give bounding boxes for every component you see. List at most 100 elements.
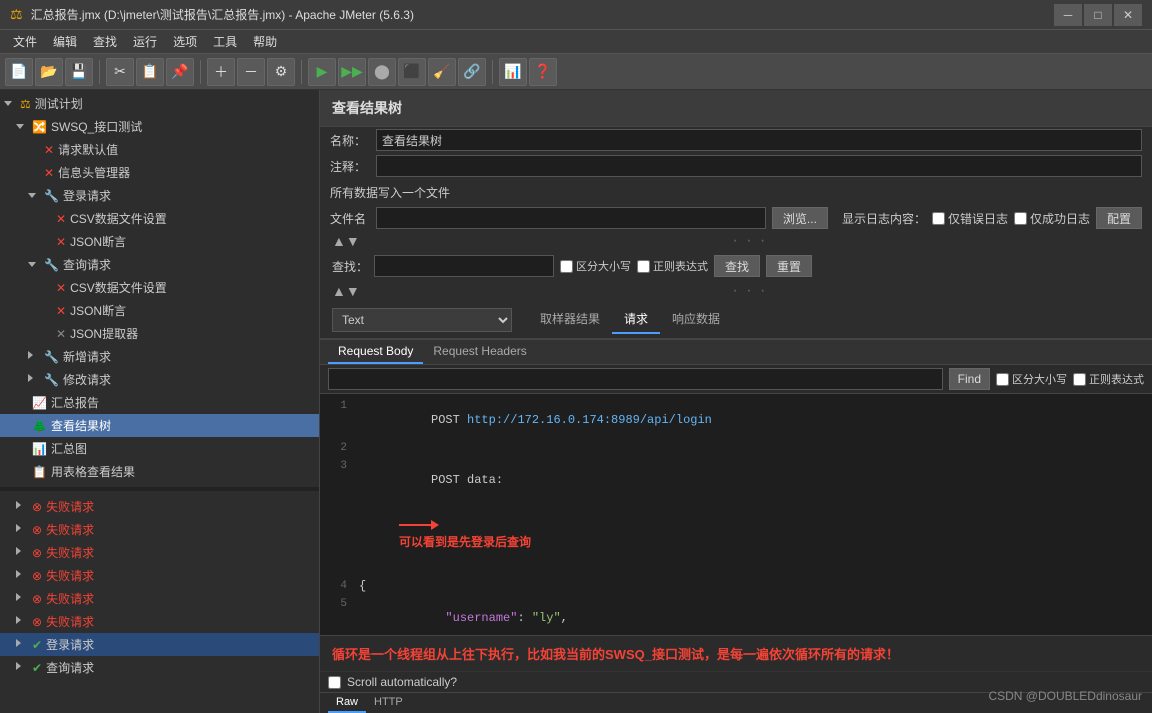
- tab-request[interactable]: 请求: [612, 305, 660, 334]
- toolbar-stop-all[interactable]: ⬛: [398, 58, 426, 86]
- menu-find[interactable]: 查找: [85, 31, 125, 52]
- watermark-text: CSDN @DOUBLEDdinosaur: [988, 689, 1142, 703]
- result-item-1[interactable]: ⊗ 失败请求: [0, 495, 319, 518]
- toolbar-new[interactable]: 📄: [5, 58, 33, 86]
- results-tree-label: 查看结果树: [51, 417, 111, 434]
- config-btn[interactable]: 配置: [1096, 207, 1142, 229]
- close-btn[interactable]: ✕: [1114, 4, 1142, 26]
- result-item-4[interactable]: ⊗ 失败请求: [0, 564, 319, 587]
- case-sensitive-cb[interactable]: [560, 260, 573, 273]
- maximize-btn[interactable]: □: [1084, 4, 1112, 26]
- tree-item-csv-login[interactable]: ✕ CSV数据文件设置: [0, 207, 319, 230]
- tab-response-data[interactable]: 响应数据: [660, 305, 732, 334]
- only-success-check[interactable]: 仅成功日志: [1014, 210, 1090, 227]
- result-label-3: 失败请求: [46, 544, 94, 561]
- code-line-3: 3 POST data: 可以看到是先登录后查询: [320, 459, 1152, 579]
- req-case-cb[interactable]: [996, 373, 1009, 386]
- tree-item-summary-chart[interactable]: 📊 汇总图: [0, 437, 319, 460]
- tree-item-new-req[interactable]: 🔧 新增请求: [0, 345, 319, 368]
- only-error-checkbox[interactable]: [932, 212, 945, 225]
- tree-item-swsq[interactable]: 🔀 SWSQ_接口测试: [0, 115, 319, 138]
- menu-run[interactable]: 运行: [125, 31, 165, 52]
- menu-edit[interactable]: 编辑: [45, 31, 85, 52]
- toolbar-add[interactable]: ＋: [207, 58, 235, 86]
- result-item-5[interactable]: ⊗ 失败请求: [0, 587, 319, 610]
- only-error-check[interactable]: 仅错误日志: [932, 210, 1008, 227]
- search-label: 查找：: [332, 258, 368, 275]
- reset-btn[interactable]: 重置: [766, 255, 812, 277]
- req-find-btn[interactable]: Find: [949, 368, 990, 390]
- menu-file[interactable]: 文件: [5, 31, 45, 52]
- json-assert-query-label: JSON断言: [70, 302, 126, 319]
- toolbar-remote[interactable]: 🔗: [458, 58, 486, 86]
- expand-r4: [16, 570, 28, 581]
- toolbar-clear[interactable]: 🧹: [428, 58, 456, 86]
- right-content-panel: 查看结果树 名称： 注释： 所有数据写入一个文件 文件名 浏览...: [320, 90, 1152, 713]
- result-item-query[interactable]: ✔ 查询请求: [0, 656, 319, 679]
- sort-up-icon: ▲: [332, 233, 346, 249]
- regex-cb[interactable]: [637, 260, 650, 273]
- tree-item-header-mgr[interactable]: ✕ 信息头管理器: [0, 161, 319, 184]
- scroll-auto-cb[interactable]: [328, 676, 341, 689]
- req-regex-cb[interactable]: [1073, 373, 1086, 386]
- tree-item-login-group[interactable]: 🔧 登录请求: [0, 184, 319, 207]
- tree-item-json-extractor[interactable]: ✕ JSON提取器: [0, 322, 319, 345]
- result-item-2[interactable]: ⊗ 失败请求: [0, 518, 319, 541]
- tree-item-modify-req[interactable]: 🔧 修改请求: [0, 368, 319, 391]
- sub-tab-request-headers[interactable]: Request Headers: [423, 340, 536, 364]
- toolbar-paste[interactable]: 📌: [166, 58, 194, 86]
- tree-item-json-assert-query[interactable]: ✕ JSON断言: [0, 299, 319, 322]
- new-req-icon: 🔧: [44, 350, 59, 364]
- name-input[interactable]: [376, 129, 1142, 151]
- menu-help[interactable]: 帮助: [245, 31, 285, 52]
- tree-item-summary-report[interactable]: 📈 汇总报告: [0, 391, 319, 414]
- toolbar-more[interactable]: ⚙: [267, 58, 295, 86]
- find-btn[interactable]: 查找: [714, 255, 760, 277]
- toolbar-save[interactable]: 💾: [65, 58, 93, 86]
- tree-item-csv-query[interactable]: ✕ CSV数据文件设置: [0, 276, 319, 299]
- raw-tab[interactable]: Raw: [328, 693, 366, 713]
- toolbar-run-all[interactable]: ▶▶: [338, 58, 366, 86]
- tree-item-json-assert-login[interactable]: ✕ JSON断言: [0, 230, 319, 253]
- toolbar-cut[interactable]: ✂: [106, 58, 134, 86]
- result-icon-4: ⊗: [32, 569, 42, 583]
- case-sensitive-check[interactable]: 区分大小写: [560, 258, 631, 274]
- swsq-label: SWSQ_接口测试: [51, 118, 142, 135]
- regex-check[interactable]: 正则表达式: [637, 258, 708, 274]
- tree-item-results-tree[interactable]: 🌲 查看结果树: [0, 414, 319, 437]
- req-case-check[interactable]: 区分大小写: [996, 371, 1067, 387]
- top-controls: 名称： 注释： 所有数据写入一个文件 文件名 浏览... 显示日志内容：: [320, 127, 1152, 340]
- toolbar-copy[interactable]: 📋: [136, 58, 164, 86]
- only-success-checkbox[interactable]: [1014, 212, 1027, 225]
- req-search-input[interactable]: [328, 368, 943, 390]
- req-case-label: 区分大小写: [1012, 371, 1067, 387]
- toolbar-run[interactable]: ▶: [308, 58, 336, 86]
- tree-item-req-default[interactable]: ✕ 请求默认值: [0, 138, 319, 161]
- browse-btn[interactable]: 浏览...: [772, 207, 828, 229]
- line-content-1: POST http://172.16.0.174:8989/api/login: [355, 399, 1152, 441]
- sub-tab-request-body[interactable]: Request Body: [328, 340, 423, 364]
- toolbar-open[interactable]: 📂: [35, 58, 63, 86]
- comment-input[interactable]: [376, 155, 1142, 177]
- menu-options[interactable]: 选项: [165, 31, 205, 52]
- toolbar-remove[interactable]: －: [237, 58, 265, 86]
- filename-input[interactable]: [376, 207, 766, 229]
- expand-icon-modify-req: [28, 374, 40, 385]
- toolbar-table[interactable]: 📊: [499, 58, 527, 86]
- result-item-6[interactable]: ⊗ 失败请求: [0, 610, 319, 633]
- minimize-btn[interactable]: ─: [1054, 4, 1082, 26]
- search-input[interactable]: [374, 255, 554, 277]
- http-tab[interactable]: HTTP: [366, 693, 411, 713]
- tree-item-testplan[interactable]: ⚖ 测试计划: [0, 92, 319, 115]
- tab-sampler-result[interactable]: 取样器结果: [528, 305, 612, 334]
- result-item-3[interactable]: ⊗ 失败请求: [0, 541, 319, 564]
- results-tree-icon: 🌲: [32, 419, 47, 433]
- tree-item-table-results[interactable]: 📋 用表格查看结果: [0, 460, 319, 483]
- req-regex-check[interactable]: 正则表达式: [1073, 371, 1144, 387]
- result-item-login[interactable]: ✔ 登录请求: [0, 633, 319, 656]
- toolbar-stop[interactable]: ⬤: [368, 58, 396, 86]
- tree-item-query-group[interactable]: 🔧 查询请求: [0, 253, 319, 276]
- menu-tools[interactable]: 工具: [205, 31, 245, 52]
- toolbar-help[interactable]: ❓: [529, 58, 557, 86]
- format-dropdown[interactable]: Text: [332, 308, 512, 332]
